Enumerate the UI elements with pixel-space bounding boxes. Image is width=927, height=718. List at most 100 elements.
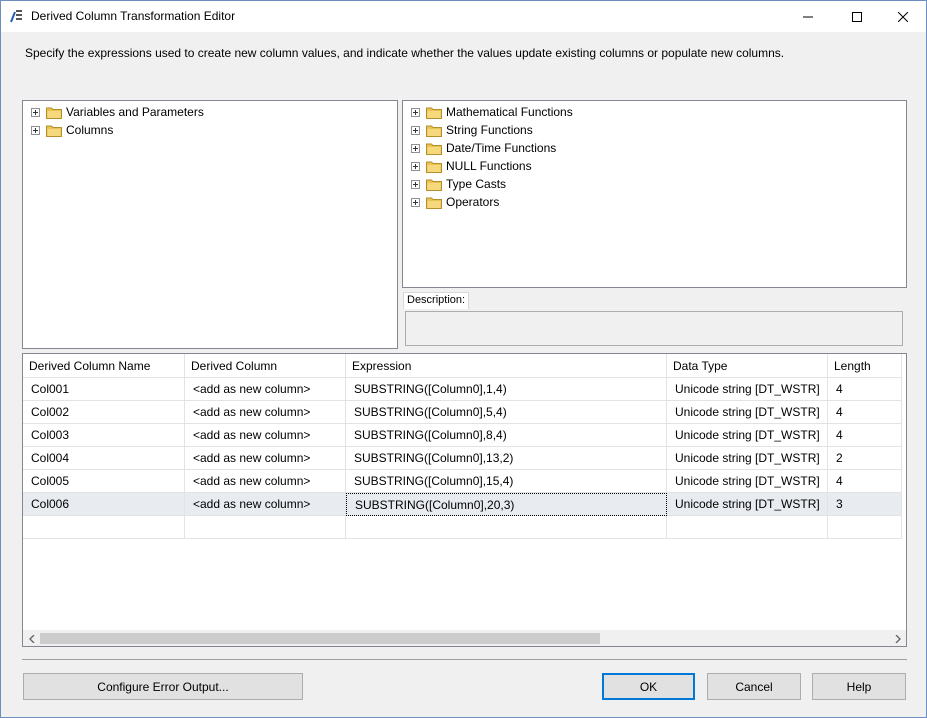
cell-derived-column-name[interactable]: Col002	[23, 401, 185, 424]
expand-icon[interactable]	[31, 125, 40, 135]
column-header-expression[interactable]: Expression	[346, 354, 667, 378]
expand-icon[interactable]	[411, 161, 420, 171]
folder-icon	[426, 107, 442, 119]
cell-derived-column-name[interactable]: Col005	[23, 470, 185, 493]
folder-icon	[426, 197, 442, 209]
maximize-button[interactable]	[834, 1, 880, 32]
tree-label: Operators	[446, 195, 500, 209]
functions-tree[interactable]: Mathematical Functions String Functions …	[402, 100, 907, 288]
expand-icon[interactable]	[31, 107, 40, 117]
cell-empty[interactable]	[23, 516, 185, 539]
horizontal-scrollbar[interactable]	[23, 630, 906, 646]
grid-header: Derived Column Name Derived Column Expre…	[23, 354, 902, 378]
cell-expression[interactable]: SUBSTRING([Column0],8,4)	[346, 424, 667, 447]
close-button[interactable]	[880, 1, 926, 32]
cell-length[interactable]: 4	[828, 401, 902, 424]
table-row[interactable]: Col003 <add as new column> SUBSTRING([Co…	[23, 424, 902, 447]
separator	[22, 659, 907, 660]
description-box	[405, 311, 903, 346]
cell-length[interactable]: 2	[828, 447, 902, 470]
cell-data-type[interactable]: Unicode string [DT_WSTR]	[667, 470, 828, 493]
tree-node-variables-parameters[interactable]: Variables and Parameters	[31, 103, 204, 121]
folder-icon	[426, 125, 442, 137]
cell-empty[interactable]	[828, 516, 902, 539]
cell-data-type[interactable]: Unicode string [DT_WSTR]	[667, 447, 828, 470]
cancel-button[interactable]: Cancel	[707, 673, 801, 700]
derived-column-grid[interactable]: Derived Column Name Derived Column Expre…	[22, 353, 907, 647]
tree-label: Mathematical Functions	[446, 105, 573, 119]
tree-node-operators[interactable]: Operators	[411, 193, 499, 211]
cell-empty[interactable]	[667, 516, 828, 539]
cell-expression[interactable]: SUBSTRING([Column0],13,2)	[346, 447, 667, 470]
table-row[interactable]: Col001 <add as new column> SUBSTRING([Co…	[23, 378, 902, 401]
cell-derived-column-name[interactable]: Col001	[23, 378, 185, 401]
close-icon	[898, 11, 908, 22]
scroll-left-button[interactable]	[23, 630, 40, 646]
tree-node-null-functions[interactable]: NULL Functions	[411, 157, 532, 175]
expand-icon[interactable]	[411, 143, 420, 153]
cell-derived-column-name[interactable]: Col006	[23, 493, 185, 516]
table-row[interactable]: Col004 <add as new column> SUBSTRING([Co…	[23, 447, 902, 470]
maximize-icon	[852, 11, 862, 22]
expand-icon[interactable]	[411, 125, 420, 135]
expand-icon[interactable]	[411, 179, 420, 189]
cell-expression[interactable]: SUBSTRING([Column0],5,4)	[346, 401, 667, 424]
tree-label: String Functions	[446, 123, 533, 137]
table-row[interactable]: Col005 <add as new column> SUBSTRING([Co…	[23, 470, 902, 493]
column-header-derived-column[interactable]: Derived Column	[185, 354, 346, 378]
folder-icon	[46, 125, 62, 137]
scroll-right-button[interactable]	[889, 630, 906, 646]
cell-derived-column[interactable]: <add as new column>	[185, 401, 346, 424]
cell-expression[interactable]: SUBSTRING([Column0],1,4)	[346, 378, 667, 401]
folder-icon	[426, 161, 442, 173]
minimize-button[interactable]	[785, 1, 831, 32]
table-row[interactable]: Col002 <add as new column> SUBSTRING([Co…	[23, 401, 902, 424]
tree-node-datetime-functions[interactable]: Date/Time Functions	[411, 139, 556, 157]
cell-derived-column[interactable]: <add as new column>	[185, 424, 346, 447]
cell-expression-focused[interactable]: SUBSTRING([Column0],20,3)	[346, 493, 667, 516]
minimize-icon	[803, 16, 813, 17]
ok-button[interactable]: OK	[602, 673, 695, 700]
column-header-derived-column-name[interactable]: Derived Column Name	[23, 354, 185, 378]
column-header-data-type[interactable]: Data Type	[667, 354, 828, 378]
window-title: Derived Column Transformation Editor	[31, 9, 236, 23]
title-bar[interactable]: Derived Column Transformation Editor	[1, 1, 926, 32]
cell-empty[interactable]	[185, 516, 346, 539]
cell-data-type[interactable]: Unicode string [DT_WSTR]	[667, 493, 828, 516]
column-header-length[interactable]: Length	[828, 354, 902, 378]
cell-length[interactable]: 3	[828, 493, 902, 516]
tree-node-columns[interactable]: Columns	[31, 121, 113, 139]
cell-data-type[interactable]: Unicode string [DT_WSTR]	[667, 378, 828, 401]
cell-derived-column-name[interactable]: Col004	[23, 447, 185, 470]
cell-derived-column-name[interactable]: Col003	[23, 424, 185, 447]
tree-node-string-functions[interactable]: String Functions	[411, 121, 533, 139]
cell-derived-column[interactable]: <add as new column>	[185, 378, 346, 401]
expand-icon[interactable]	[411, 107, 420, 117]
help-button[interactable]: Help	[812, 673, 906, 700]
cell-length[interactable]: 4	[828, 424, 902, 447]
scroll-thumb[interactable]	[40, 633, 600, 644]
folder-icon	[46, 107, 62, 119]
tree-node-mathematical-functions[interactable]: Mathematical Functions	[411, 103, 573, 121]
table-row-selected[interactable]: Col006 <add as new column> SUBSTRING([Co…	[23, 493, 902, 516]
description-label: Description:	[403, 292, 470, 309]
folder-icon	[426, 143, 442, 155]
configure-error-output-button[interactable]: Configure Error Output...	[23, 673, 303, 700]
cell-data-type[interactable]: Unicode string [DT_WSTR]	[667, 424, 828, 447]
cell-length[interactable]: 4	[828, 470, 902, 493]
expand-icon[interactable]	[411, 197, 420, 207]
cell-derived-column[interactable]: <add as new column>	[185, 447, 346, 470]
cell-derived-column[interactable]: <add as new column>	[185, 470, 346, 493]
cell-expression[interactable]: SUBSTRING([Column0],15,4)	[346, 470, 667, 493]
cell-data-type[interactable]: Unicode string [DT_WSTR]	[667, 401, 828, 424]
cell-length[interactable]: 4	[828, 378, 902, 401]
new-entry-row[interactable]	[23, 516, 902, 539]
cell-derived-column[interactable]: <add as new column>	[185, 493, 346, 516]
tree-label: Date/Time Functions	[446, 141, 557, 155]
tree-label: Variables and Parameters	[66, 105, 204, 119]
cell-empty[interactable]	[346, 516, 667, 539]
chevron-right-icon	[895, 634, 901, 643]
tree-label: NULL Functions	[446, 159, 532, 173]
tree-node-type-casts[interactable]: Type Casts	[411, 175, 506, 193]
variables-columns-tree[interactable]: Variables and Parameters Columns	[22, 100, 398, 349]
